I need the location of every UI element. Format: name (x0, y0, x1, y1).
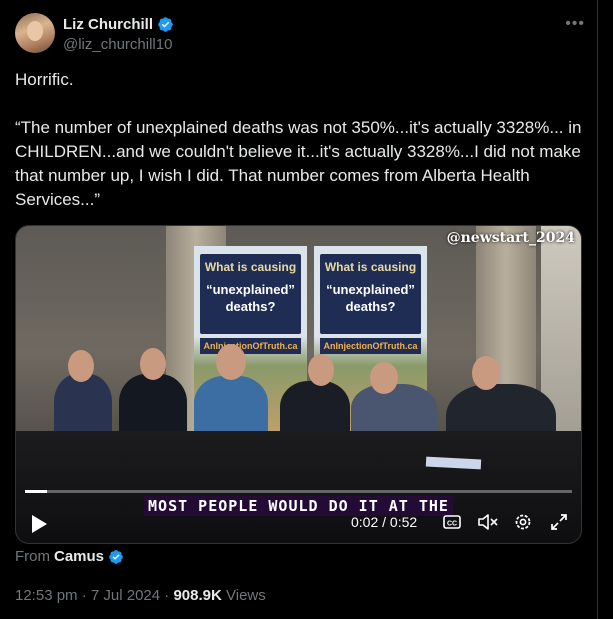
video-source: From Camus (15, 548, 124, 565)
verified-badge-icon (109, 549, 123, 564)
video-progress-bar[interactable] (25, 490, 572, 493)
banner-title: What is causing (204, 260, 297, 274)
tweet-header: Liz Churchill @liz_churchill10 ••• (15, 13, 585, 57)
tweet-date-link[interactable]: 7 Jul 2024 (91, 587, 160, 604)
verified-badge-icon (158, 17, 173, 32)
meta-separator: · (164, 587, 170, 604)
tweet-text: Horrific. “The number of unexplained dea… (15, 68, 585, 212)
source-prefix: From (15, 548, 50, 565)
svg-text:CC: CC (447, 521, 457, 528)
meta-separator: · (81, 587, 87, 604)
banner-title: What is causing (324, 260, 417, 274)
fullscreen-icon[interactable] (549, 512, 569, 532)
timeline-border (597, 0, 598, 619)
video-player[interactable]: What is causing “unexplained” deaths? An… (15, 225, 582, 544)
avatar[interactable] (15, 13, 55, 53)
time-separator: / (382, 514, 387, 530)
video-controls: 0:02 / 0:52 CC (16, 504, 581, 540)
play-icon[interactable] (30, 514, 48, 534)
video-watermark: @newstart_2024 (446, 230, 575, 246)
tweet-text-line: “The number of unexplained deaths was no… (15, 118, 582, 209)
tweet-meta: 12:53 pm · 7 Jul 2024 · 908.9K Views (15, 587, 266, 604)
source-account-link[interactable]: Camus (54, 548, 104, 565)
views-count: 908.9K (173, 587, 222, 604)
mute-icon[interactable] (477, 512, 499, 532)
author-display-name[interactable]: Liz Churchill (63, 16, 153, 33)
video-time: 0:02 / 0:52 (351, 514, 417, 530)
tweet-text-line: Horrific. (15, 70, 74, 89)
more-horizontal-icon[interactable]: ••• (565, 15, 585, 33)
time-current: 0:02 (351, 514, 379, 530)
banner-url: AnInjectionOfTruth.ca (320, 338, 421, 354)
views-label: Views (226, 587, 266, 604)
author-name-row[interactable]: Liz Churchill (63, 16, 174, 33)
tweet-time-link[interactable]: 12:53 pm (15, 587, 78, 604)
captions-icon[interactable]: CC (442, 512, 462, 532)
time-total: 0:52 (389, 514, 418, 530)
banner-quote: “unexplained” deaths? (206, 282, 295, 314)
video-progress-fill (25, 490, 47, 493)
author-handle[interactable]: @liz_churchill10 (63, 36, 172, 53)
settings-icon[interactable] (513, 512, 533, 532)
banner-url: AnInjectionOfTruth.ca (200, 338, 301, 354)
banner-quote: “unexplained” deaths? (326, 282, 415, 314)
